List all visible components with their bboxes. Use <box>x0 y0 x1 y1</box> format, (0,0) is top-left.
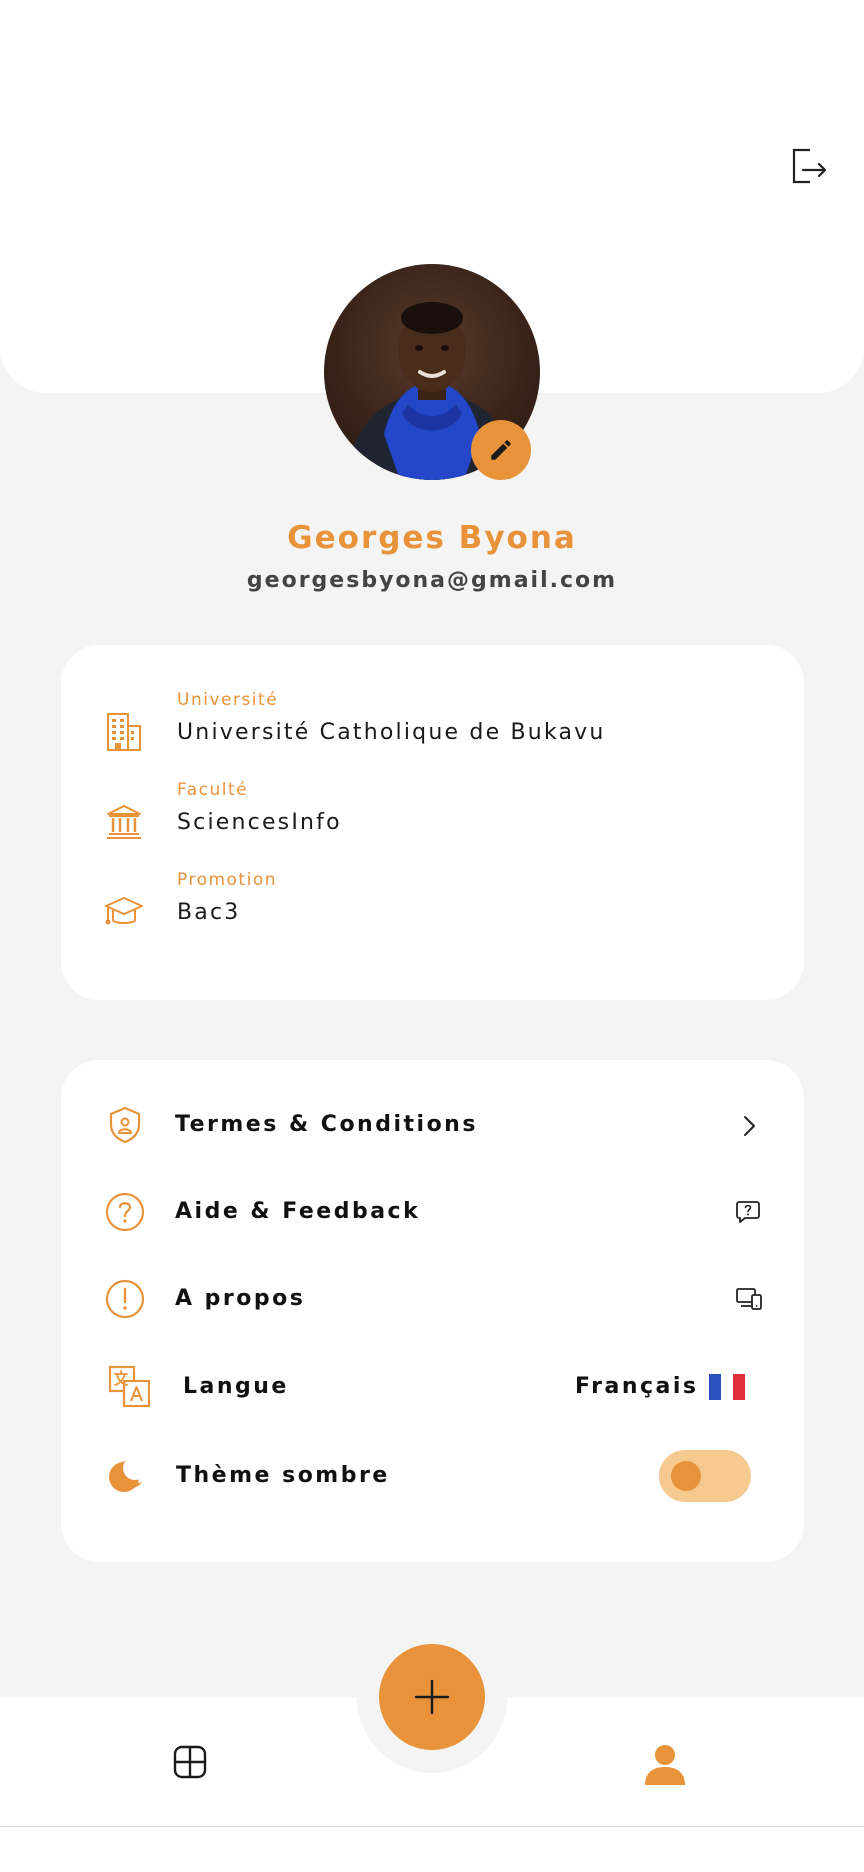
menu-item-help[interactable]: Aide & Feedback <box>61 1177 804 1247</box>
info-label: Université <box>177 690 279 710</box>
menu-item-label: Thème sombre <box>176 1463 390 1488</box>
profile-name: Georges Byona <box>287 520 577 556</box>
toggle-knob <box>671 1461 701 1491</box>
add-button[interactable] <box>379 1644 485 1750</box>
menu-item-label: A propos <box>175 1286 306 1311</box>
menu-item-terms[interactable]: Termes & Conditions <box>61 1090 804 1160</box>
grid-icon <box>173 1745 207 1779</box>
edit-avatar-button[interactable] <box>471 420 531 480</box>
institution-icon <box>104 802 144 842</box>
info-label: Faculté <box>177 780 249 800</box>
menu-item-label: Langue <box>183 1374 289 1399</box>
system-bar-area <box>0 1827 864 1872</box>
info-row-universite: Université Université Catholique de Buka… <box>61 690 804 770</box>
academic-info-card: Université Université Catholique de Buka… <box>61 645 804 1000</box>
info-value: SciencesInfo <box>177 810 342 835</box>
info-row-faculte: Faculté SciencesInfo <box>61 780 804 860</box>
user-icon <box>645 1745 685 1785</box>
settings-card: Termes & Conditions Aide & Feedback A pr… <box>61 1060 804 1562</box>
profile-email: georgesbyona@gmail.com <box>246 568 618 593</box>
chevron-right-icon <box>739 1114 759 1142</box>
flag-fr-icon <box>709 1374 745 1404</box>
translate-icon <box>108 1365 152 1409</box>
building-icon <box>104 712 144 752</box>
nav-item-profile[interactable] <box>640 1738 690 1788</box>
avatar-container <box>324 264 540 480</box>
plus-icon <box>414 1679 450 1715</box>
question-circle-icon <box>105 1192 145 1232</box>
language-value: Français <box>575 1374 699 1399</box>
graduation-cap-icon <box>104 892 144 932</box>
exclamation-circle-icon <box>105 1279 145 1319</box>
shield-user-icon <box>105 1105 145 1145</box>
devices-icon <box>735 1286 763 1316</box>
moon-icon <box>105 1456 147 1496</box>
logout-icon <box>792 148 827 184</box>
menu-item-about[interactable]: A propos <box>61 1264 804 1334</box>
logout-button[interactable] <box>790 146 830 186</box>
menu-item-label: Termes & Conditions <box>175 1112 478 1137</box>
dark-theme-toggle[interactable] <box>659 1450 751 1502</box>
help-message-icon <box>735 1199 761 1229</box>
menu-item-dark-theme: Thème sombre <box>61 1441 804 1511</box>
info-value: Bac3 <box>177 900 241 925</box>
menu-item-label: Aide & Feedback <box>175 1199 421 1224</box>
pencil-icon <box>491 440 511 460</box>
info-label: Promotion <box>177 870 277 890</box>
nav-item-dashboard[interactable] <box>165 1737 215 1787</box>
info-row-promotion: Promotion Bac3 <box>61 870 804 950</box>
menu-item-language[interactable]: Langue Français <box>61 1351 804 1421</box>
info-value: Université Catholique de Bukavu <box>177 720 606 745</box>
